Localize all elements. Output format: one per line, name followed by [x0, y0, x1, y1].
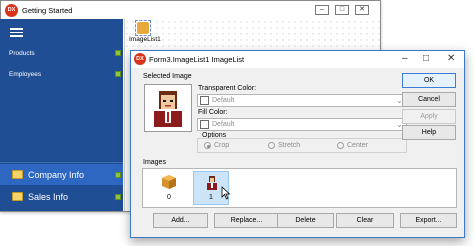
folder-icon: [12, 170, 23, 179]
ok-button[interactable]: OK: [402, 73, 456, 88]
maximize-button[interactable]: □: [423, 53, 429, 64]
fill-color-value: Default: [212, 121, 235, 128]
image-item-0[interactable]: 0: [154, 171, 184, 205]
clear-button[interactable]: Clear: [336, 213, 394, 228]
dialog-titlebar[interactable]: DX Form3.ImageList1 ImageList – □ ✕: [131, 51, 464, 68]
selected-image-label: Selected Image: [143, 73, 192, 80]
cancel-button[interactable]: Cancel: [402, 92, 456, 107]
chart-icon: [12, 192, 23, 201]
sidebar-item-employees[interactable]: Employees: [9, 71, 41, 78]
resize-handle-icon[interactable]: [115, 71, 121, 77]
help-button[interactable]: Help: [402, 125, 456, 140]
sidebar-item-label: Company Info: [28, 170, 85, 180]
image-item-1[interactable]: 1: [193, 171, 231, 205]
window-title: Getting Started: [22, 6, 73, 15]
maximize-button[interactable]: □: [335, 5, 349, 15]
minimize-button[interactable]: –: [402, 53, 408, 64]
center-label: Center: [347, 142, 369, 149]
app-logo-icon: DX: [134, 53, 146, 65]
crop-label: Crop: [214, 142, 230, 149]
resize-handle-icon[interactable]: [115, 50, 121, 56]
window-titlebar[interactable]: DX Getting Started – □ ✕: [1, 1, 380, 20]
close-button[interactable]: ✕: [355, 5, 369, 15]
fill-color-label: Fill Color:: [198, 109, 228, 116]
component-tray: [124, 19, 380, 49]
sidebar-item-label: Sales Info: [28, 192, 69, 202]
person-icon: [207, 176, 217, 190]
stretch-label: Stretch: [278, 142, 301, 149]
imagelist-icon: [137, 22, 149, 34]
transparent-color-label: Transparent Color:: [198, 85, 257, 92]
resize-handle-icon[interactable]: [115, 172, 121, 178]
close-button[interactable]: ✕: [447, 53, 455, 64]
add-button[interactable]: Add...: [153, 213, 208, 228]
imagelist-editor-dialog: DX Form3.ImageList1 ImageList – □ ✕ Sele…: [130, 50, 465, 238]
image-index: 0: [167, 194, 171, 201]
fill-color-field[interactable]: Default ⌄: [197, 118, 407, 131]
transparent-color-value: Default: [212, 97, 235, 104]
resize-handle-icon[interactable]: [115, 194, 121, 200]
person-icon: [145, 85, 191, 131]
app-logo-icon: DX: [5, 4, 18, 17]
dialog-title: Form3.ImageList1 ImageList: [149, 55, 245, 64]
images-list[interactable]: 0 1: [142, 168, 457, 208]
replace-button[interactable]: Replace...: [214, 213, 279, 228]
sidebar-divider: [0, 162, 123, 163]
color-swatch: [200, 96, 209, 105]
mouse-cursor-icon: [221, 186, 231, 200]
crop-radio[interactable]: [204, 142, 211, 149]
sidebar-item-products[interactable]: Products: [9, 50, 35, 57]
component-label: ImageList1: [128, 36, 162, 43]
hamburger-menu-icon[interactable]: [10, 28, 23, 37]
delete-button[interactable]: Delete: [277, 213, 334, 228]
images-label: Images: [143, 159, 166, 166]
package-icon: [162, 175, 176, 189]
minimize-button[interactable]: –: [315, 5, 329, 15]
stretch-radio[interactable]: [268, 142, 275, 149]
export-button[interactable]: Export...: [400, 213, 457, 228]
apply-button[interactable]: Apply: [402, 109, 456, 124]
color-swatch: [200, 120, 209, 129]
transparent-color-field[interactable]: Default ⌄: [197, 94, 407, 107]
center-radio[interactable]: [337, 142, 344, 149]
selected-image-preview: [144, 84, 192, 132]
